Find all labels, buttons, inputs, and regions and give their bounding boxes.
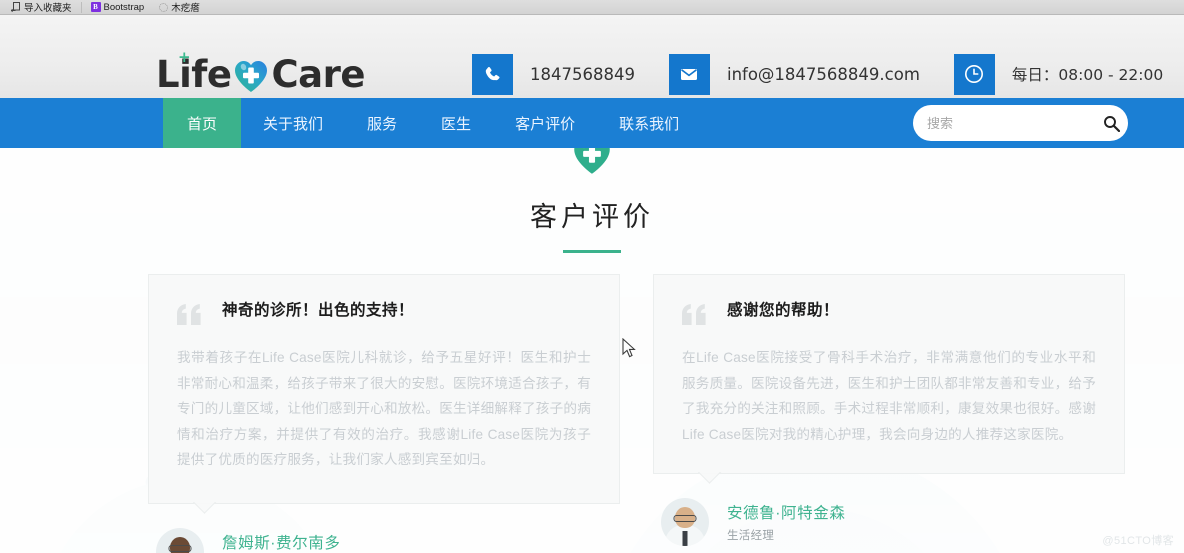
bookmark-mugeda[interactable]: 木疙瘩 [151, 0, 207, 15]
testimonial-body: 在Life Case医院接受了骨科手术治疗，非常满意他们的专业水平和服务质量。医… [682, 350, 1096, 442]
nav-item-list: 首页 关于我们 服务 医生 客户评价 联系我们 [163, 98, 701, 148]
testimonial-card: 神奇的诊所！出色的支持！ 我带着孩子在Life Case医院儿科就诊，给予五星好… [148, 274, 620, 504]
header-contact-list: 1847568849 info@1847568849.com 每日：08:00 … [472, 52, 1184, 96]
logo-text-right: Care [271, 52, 365, 96]
testimonial-card-header: 感谢您的帮助！ [682, 302, 1096, 331]
browser-bookmarks-bar: 导入收藏夹 B Bootstrap 木疙瘩 [0, 0, 1184, 15]
bookmark-label: Bootstrap [103, 1, 145, 13]
envelope-icon [668, 53, 710, 95]
testimonial-author: 安德鲁·阿特金森 生活经理 [653, 498, 1125, 546]
speech-bubble-tail [193, 502, 223, 518]
phone-icon [472, 53, 513, 95]
nav-item-services[interactable]: 服务 [345, 98, 419, 148]
testimonial-item: 神奇的诊所！出色的支持！ 我带着孩子在Life Case医院儿科就诊，给予五星好… [148, 274, 620, 553]
nav-item-testimonials[interactable]: 客户评价 [493, 98, 597, 148]
nav-item-label: 联系我们 [619, 115, 680, 133]
nav-item-label: 服务 [367, 115, 398, 133]
nav-item-label: 医生 [441, 115, 472, 133]
contact-phone-text: 1847568849 [530, 64, 635, 84]
nav-item-doctors[interactable]: 医生 [419, 98, 493, 148]
watermark: @51CTO博客 [1102, 535, 1174, 547]
author-role: 生活经理 [727, 530, 775, 542]
heart-cross-icon [0, 148, 1184, 192]
avatar [661, 498, 709, 546]
avatar [156, 527, 204, 553]
contact-hours-text: 每日：08:00 - 22:00 [1011, 66, 1164, 84]
site-header: Life + Care 1847568849 info@1847568849.c… [0, 15, 1184, 98]
logo-plus-accent-icon: + [178, 47, 191, 66]
testimonial-title: 感谢您的帮助！ [727, 302, 840, 319]
nav-item-label: 客户评价 [515, 115, 576, 133]
import-bookmarks-icon [11, 2, 21, 12]
mouse-cursor [622, 337, 636, 363]
clock-icon [953, 53, 995, 95]
search-box[interactable] [913, 105, 1128, 141]
logo-text-left: Life + [156, 47, 232, 96]
contact-hours: 每日：08:00 - 22:00 [953, 53, 1164, 95]
testimonial-body: 我带着孩子在Life Case医院儿科就诊，给予五星好评！医生和护士非常耐心和温… [177, 350, 591, 467]
nav-item-label: 首页 [187, 115, 218, 133]
site-logo[interactable]: Life + Care [156, 47, 365, 96]
contact-email[interactable]: info@1847568849.com [668, 53, 920, 95]
nav-item-contact[interactable]: 联系我们 [597, 98, 701, 148]
author-name: 安德鲁·阿特金森 [727, 505, 846, 522]
bootstrap-icon: B [90, 2, 101, 12]
loading-spinner-icon [158, 2, 168, 12]
testimonial-author: 詹姆斯·费尔南多 经理 [148, 527, 620, 553]
testimonial-item: 感谢您的帮助！ 在Life Case医院接受了骨科手术治疗，非常满意他们的专业水… [653, 274, 1125, 553]
testimonial-card-header: 神奇的诊所！出色的支持！ [177, 302, 591, 331]
section-heading-block: 客户评价 [0, 148, 1184, 253]
bookmark-bootstrap[interactable]: B Bootstrap [84, 0, 152, 15]
contact-phone[interactable]: 1847568849 [472, 53, 635, 95]
testimonials-section: 客户评价 神奇的诊所！出色的支持！ 我带着孩子在Life Case医院儿科就诊，… [0, 148, 1184, 553]
nav-item-about[interactable]: 关于我们 [241, 98, 345, 148]
testimonial-card-list: 神奇的诊所！出色的支持！ 我带着孩子在Life Case医院儿科就诊，给予五星好… [148, 274, 1126, 553]
bookmark-label: 木疙瘩 [171, 3, 200, 14]
testimonial-card: 感谢您的帮助！ 在Life Case医院接受了骨科手术治疗，非常满意他们的专业水… [653, 274, 1125, 474]
search-icon[interactable] [1103, 115, 1120, 132]
page-title: 客户评价 [530, 202, 654, 232]
bookmark-import[interactable]: 导入收藏夹 [4, 0, 79, 15]
testimonial-title: 神奇的诊所！出色的支持！ [222, 302, 415, 319]
search-input[interactable] [927, 115, 1103, 131]
heart-cross-icon [232, 57, 270, 95]
quote-mark-icon [177, 304, 204, 331]
nav-item-label: 关于我们 [263, 115, 324, 133]
quote-mark-icon [682, 304, 709, 331]
author-name: 詹姆斯·费尔南多 [222, 534, 341, 552]
bookmark-label: 导入收藏夹 [24, 3, 72, 14]
nav-item-home[interactable]: 首页 [163, 98, 242, 148]
title-underline [563, 250, 621, 253]
bookmark-divider [80, 1, 82, 13]
contact-email-text: info@1847568849.com [726, 64, 920, 84]
speech-bubble-tail [698, 472, 728, 488]
